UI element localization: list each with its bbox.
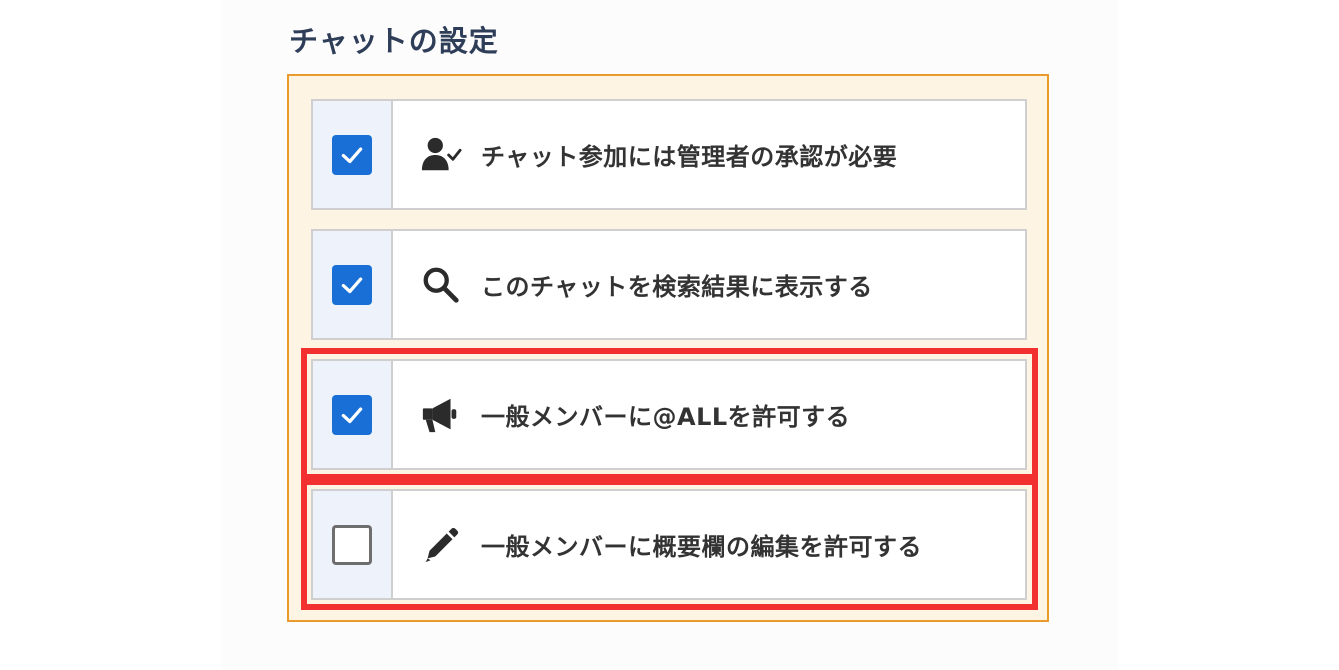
user-check-icon — [419, 133, 463, 177]
checkmark-icon — [341, 146, 363, 163]
checkbox[interactable] — [332, 134, 372, 175]
option-label: 一般メンバーに@ALLを許可する — [481, 403, 851, 431]
checkbox[interactable] — [332, 264, 372, 305]
option-label: 一般メンバーに概要欄の編集を許可する — [481, 533, 922, 561]
option-label-cell[interactable]: チャット参加には管理者の承認が必要 — [393, 101, 1025, 208]
pencil-icon — [419, 523, 463, 567]
option-label-cell[interactable]: 一般メンバーに概要欄の編集を許可する — [393, 491, 1025, 598]
option-label: チャット参加には管理者の承認が必要 — [481, 143, 898, 171]
checkbox-cell[interactable] — [313, 231, 393, 338]
option-show-in-search[interactable]: このチャットを検索結果に表示する — [311, 229, 1027, 340]
option-allow-edit-summary[interactable]: 一般メンバーに概要欄の編集を許可する — [311, 489, 1027, 600]
checkmark-icon — [341, 276, 363, 293]
megaphone-icon — [419, 393, 463, 437]
option-label: このチャットを検索結果に表示する — [481, 273, 873, 301]
checkmark-icon — [341, 406, 363, 423]
checkbox-cell[interactable] — [313, 491, 393, 598]
checkbox-cell[interactable] — [313, 101, 393, 208]
option-label-cell[interactable]: このチャットを検索結果に表示する — [393, 231, 1025, 338]
search-icon — [419, 263, 463, 307]
option-label-cell[interactable]: 一般メンバーに@ALLを許可する — [393, 361, 1025, 468]
checkbox[interactable] — [332, 524, 372, 565]
option-allow-at-all[interactable]: 一般メンバーに@ALLを許可する — [311, 359, 1027, 470]
section-title: チャットの設定 — [289, 24, 499, 58]
option-require-admin-approval[interactable]: チャット参加には管理者の承認が必要 — [311, 99, 1027, 210]
checkbox-cell[interactable] — [313, 361, 393, 468]
checkbox[interactable] — [332, 394, 372, 435]
